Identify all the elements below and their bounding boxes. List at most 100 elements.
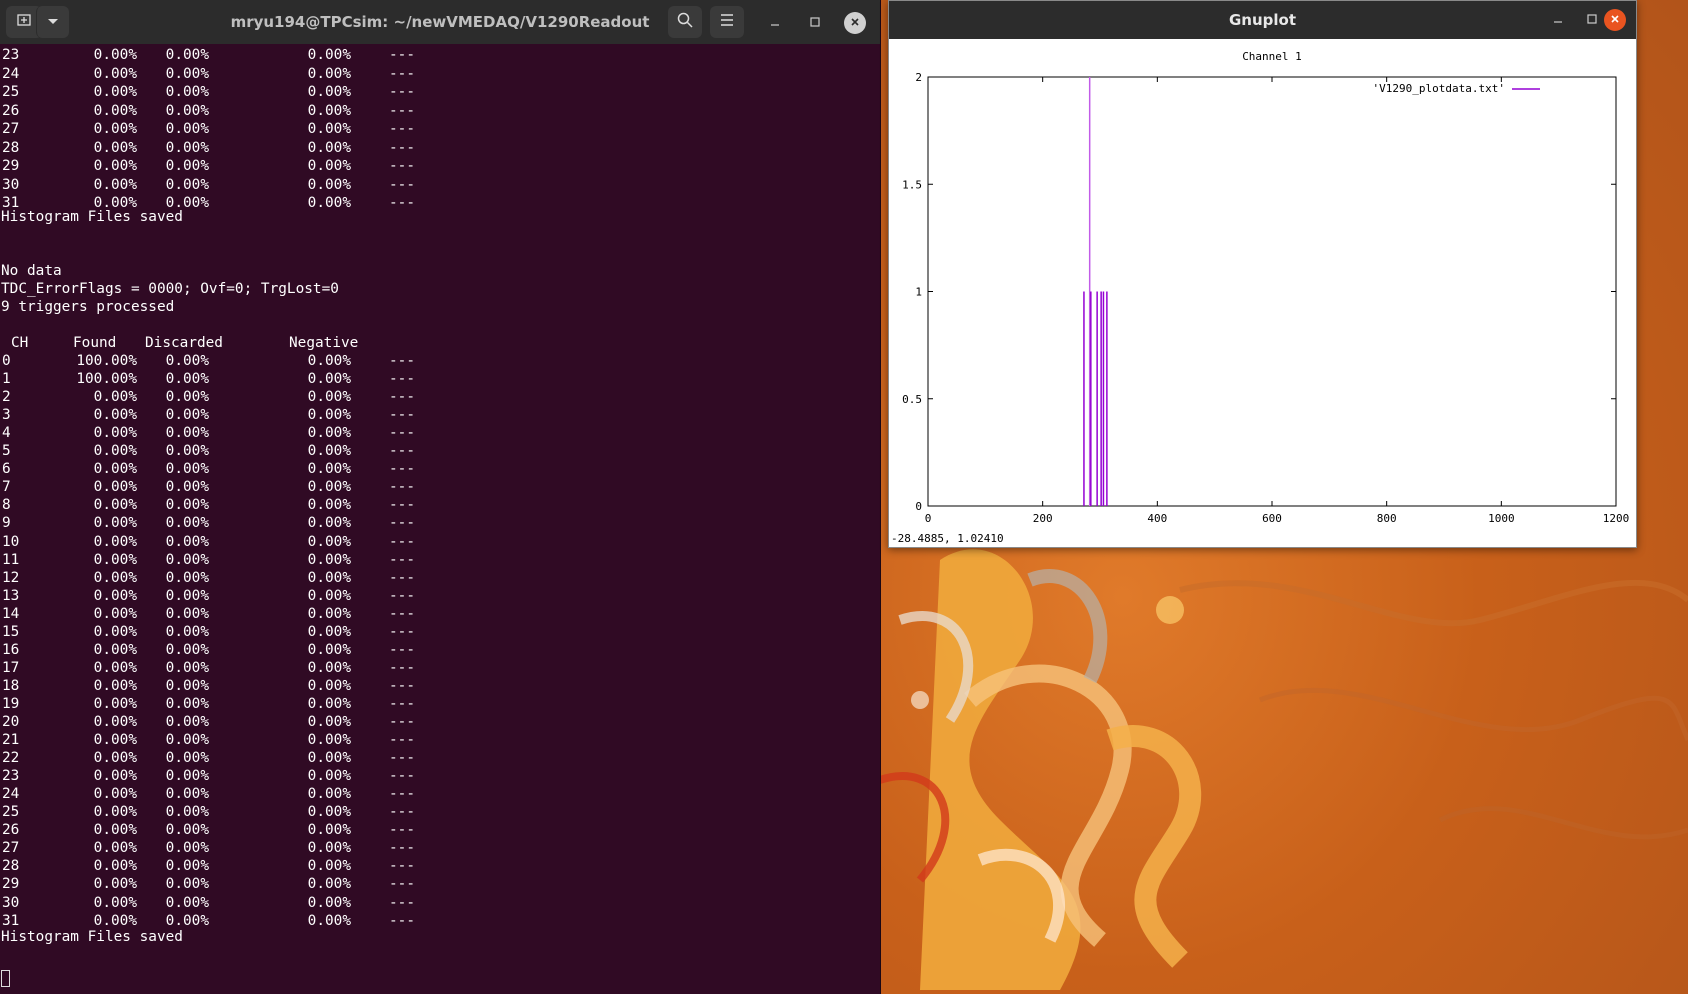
status-cell: --- [389,353,415,369]
table-row: 8 0.00% 0.00% 0.00% --- [1,496,501,514]
terminal-output[interactable]: 23 0.00% 0.00% 0.00% --- 24 0.00% 0.00% 0.00% ---… [0,44,872,994]
channel-cell: 9 [2,515,11,532]
discarded-cell: 0.00% [165,139,209,156]
found-cell: 0.00% [93,605,137,622]
table-row: 19 0.00% 0.00% 0.00% --- [1,695,501,713]
channel-cell: 21 [2,732,20,749]
found-cell: 0.00% [93,84,137,100]
histogram-saved-message: Histogram Files saved [1,209,183,225]
status-cell: --- [389,389,415,406]
found-cell: 0.00% [93,569,137,586]
found-cell: 0.00% [93,750,137,767]
negative-cell: 0.00% [307,407,351,424]
channel-cell: 16 [2,641,20,658]
discarded-cell: 0.00% [165,102,209,119]
plot-canvas [889,39,1634,545]
discarded-cell: 0.00% [165,768,209,785]
found-cell: 0.00% [93,714,137,730]
found-cell: 0.00% [93,659,137,676]
found-cell: 0.00% [93,623,137,640]
discarded-cell: 0.00% [165,407,209,424]
maximize-button[interactable] [804,12,826,34]
table-row: 0 100.00% 0.00% 0.00% --- [1,352,501,370]
terminal-titlebar[interactable]: mryu194@TPCsim: ~/newVMEDAQ/V1290Readout [0,0,880,44]
found-cell: 0.00% [93,912,137,929]
discarded-cell: 0.00% [165,479,209,496]
channel-cell: 6 [2,461,11,478]
histogram-saved-message: Histogram Files saved [1,929,183,945]
error-flags-line: TDC_ErrorFlags = 0000; Ovf=0; TrgLost=0 [1,281,339,297]
negative-cell: 0.00% [307,912,351,929]
channel-cell: 7 [2,479,11,496]
y-tick-label: 1.5 [902,178,922,191]
discarded-cell: 0.00% [165,732,209,749]
negative-cell: 0.00% [307,176,351,193]
negative-cell: 0.00% [307,158,351,174]
channel-cell: 1 [2,371,11,388]
discarded-cell: 0.00% [165,659,209,676]
table-row: 26 0.00% 0.00% 0.00% --- [1,821,501,839]
table-row: 15 0.00% 0.00% 0.00% --- [1,623,501,641]
discarded-cell: 0.00% [165,47,209,63]
negative-cell: 0.00% [307,353,351,369]
negative-cell: 0.00% [307,569,351,586]
header-discarded: Discarded [145,335,223,351]
channel-cell: 25 [2,84,20,100]
found-cell: 0.00% [93,461,137,478]
discarded-cell: 0.00% [165,912,209,929]
negative-cell: 0.00% [307,768,351,785]
status-cell: --- [389,515,415,532]
channel-cell: 19 [2,695,20,712]
channel-cell: 24 [2,786,20,803]
table-row: 29 0.00% 0.00% 0.00% --- [1,875,501,893]
found-cell: 0.00% [93,677,137,694]
channel-cell: 17 [2,659,20,676]
found-cell: 0.00% [93,533,137,550]
discarded-cell: 0.00% [165,641,209,658]
table-row: 7 0.00% 0.00% 0.00% --- [1,478,501,496]
status-cell: --- [389,695,415,712]
found-cell: 0.00% [93,158,137,174]
terminal-window[interactable]: mryu194@TPCsim: ~/newVMEDAQ/V1290Readout [0,0,881,994]
discarded-cell: 0.00% [165,443,209,460]
channel-cell: 14 [2,605,20,622]
discarded-cell: 0.00% [165,750,209,767]
gnuplot-maximize-button[interactable] [1581,9,1603,31]
negative-cell: 0.00% [307,732,351,749]
close-button[interactable] [844,12,866,34]
table-row: 3 0.00% 0.00% 0.00% --- [1,406,501,424]
search-icon [677,12,693,32]
negative-cell: 0.00% [307,714,351,730]
gnuplot-window[interactable]: Gnuplot Channel 1 0 200 400 600 800 1000 1200 0… [888,0,1637,548]
discarded-cell: 0.00% [165,876,209,893]
menu-button[interactable] [710,6,744,38]
negative-cell: 0.00% [307,587,351,604]
channel-cell: 0 [2,353,11,369]
gnuplot-minimize-button[interactable] [1547,9,1569,31]
discarded-cell: 0.00% [165,533,209,550]
negative-cell: 0.00% [307,858,351,875]
table-row: 27 0.00% 0.00% 0.00% --- [1,839,501,857]
found-cell: 0.00% [93,443,137,460]
table-row: 29 0.00% 0.00% 0.00% --- [1,157,501,175]
status-cell: --- [389,912,415,929]
status-cell: --- [389,425,415,442]
discarded-cell: 0.00% [165,461,209,478]
search-button[interactable] [668,6,702,38]
status-cell: --- [389,569,415,586]
found-cell: 0.00% [93,641,137,658]
gnuplot-plot-area[interactable]: Channel 1 0 200 400 600 800 1000 1200 0 0.5 1 1.5 2… [889,39,1634,545]
channel-cell: 24 [2,65,20,82]
negative-cell: 0.00% [307,804,351,821]
found-cell: 0.00% [93,121,137,137]
y-tick-label: 0 [915,500,922,513]
negative-cell: 0.00% [307,786,351,803]
table-row: 5 0.00% 0.00% 0.00% --- [1,442,501,460]
chart-title: Channel 1 [1242,50,1302,63]
gnuplot-close-button[interactable] [1604,9,1626,31]
close-icon [850,16,860,30]
hamburger-menu-icon [720,14,734,30]
gnuplot-titlebar[interactable]: Gnuplot [889,1,1636,39]
minimize-button[interactable] [764,12,786,34]
discarded-cell: 0.00% [165,353,209,369]
